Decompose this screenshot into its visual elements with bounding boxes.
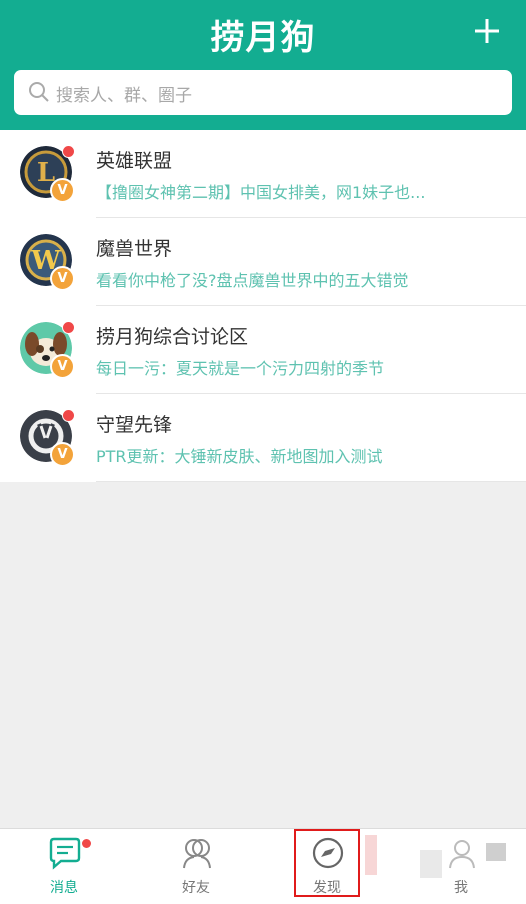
profile-icon [449, 840, 475, 869]
tab-label: 好友 [182, 880, 210, 896]
tab-label: 消息 [50, 880, 78, 896]
circle-name: 英雄联盟 [96, 150, 173, 172]
unread-dot [82, 839, 91, 848]
circle-preview: 看看你中枪了没?盘点魔兽世界中的五大错觉 [96, 271, 409, 290]
highlight-box [294, 829, 360, 897]
circle-name: 守望先锋 [96, 414, 173, 436]
search-placeholder: 搜索人、群、圈子 [56, 86, 192, 106]
circle-name: 魔兽世界 [96, 238, 173, 260]
unread-dot [62, 145, 75, 158]
list-item-wow[interactable]: W V 魔兽世界 看看你中枪了没?盘点魔兽世界中的五大错觉 [0, 218, 526, 306]
tab-friends[interactable]: 好友 [146, 829, 246, 904]
circle-list: L V 英雄联盟 【撸圈女神第二期】中国女排美，网1妹子也... W V 魔兽世… [0, 130, 526, 482]
watermark-blur [365, 835, 377, 875]
add-button[interactable] [470, 14, 504, 48]
top-bar: 捞月狗 搜索人、群、圈子 [0, 0, 526, 130]
verified-badge: V [50, 178, 75, 203]
list-item-overwatch[interactable]: V 守望先锋 PTR更新：大锤新皮肤、新地图加入测试 [0, 394, 526, 482]
tab-label: 我 [454, 880, 468, 896]
list-item-lol[interactable]: L V 英雄联盟 【撸圈女神第二期】中国女排美，网1妹子也... [0, 130, 526, 218]
unread-dot [62, 409, 75, 422]
friends-icon [183, 839, 211, 869]
divider [96, 481, 526, 482]
bottom-tab-bar: 消息 好友 发现 我 [0, 828, 526, 904]
watermark-blur [420, 850, 442, 878]
verified-badge: V [50, 442, 75, 467]
search-icon [29, 82, 49, 102]
list-item-general[interactable]: V 捞月狗综合讨论区 每日一污：夏天就是一个污力四射的季节 [0, 306, 526, 394]
circle-preview: PTR更新：大锤新皮肤、新地图加入测试 [96, 447, 383, 466]
tab-messages[interactable]: 消息 [14, 829, 114, 904]
verified-badge: V [50, 354, 75, 379]
circle-preview: 【撸圈女神第二期】中国女排美，网1妹子也... [96, 183, 426, 202]
circle-preview: 每日一污：夏天就是一个污力四射的季节 [96, 359, 385, 378]
unread-dot [62, 321, 75, 334]
chat-bubble-icon [49, 837, 81, 870]
watermark-blur [486, 843, 506, 861]
app-title: 捞月狗 [210, 18, 316, 58]
verified-badge: V [50, 266, 75, 291]
search-input[interactable]: 搜索人、群、圈子 [14, 70, 512, 115]
circle-name: 捞月狗综合讨论区 [96, 326, 249, 348]
